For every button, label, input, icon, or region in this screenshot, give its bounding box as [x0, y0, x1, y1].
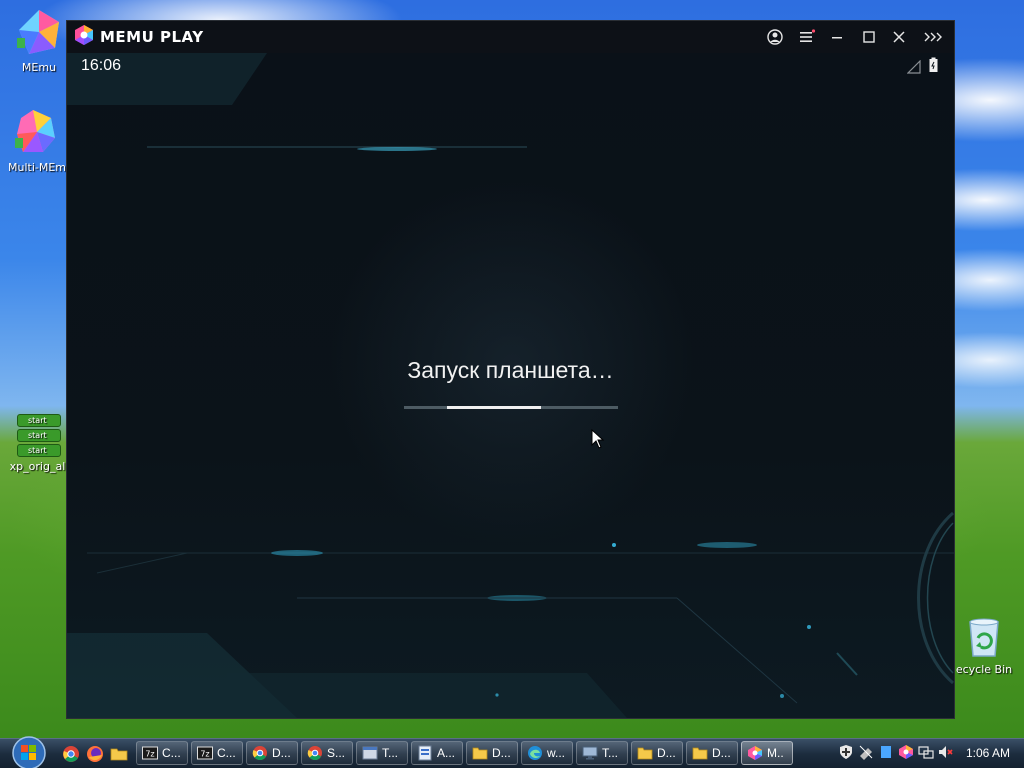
memu-window: MEMU PLAY 16:06 Запуск планшета… — [66, 20, 955, 719]
folder-icon[interactable] — [110, 745, 128, 763]
taskbar-button[interactable]: D... — [686, 741, 738, 765]
desktop-icon-multi-memu[interactable]: Multi-MEm — [0, 108, 74, 174]
boot-progress-fill — [446, 406, 541, 409]
folder-icon — [637, 745, 653, 761]
network-icon[interactable] — [858, 744, 874, 760]
desktop-icon-label: xp_orig_all — [9, 460, 69, 473]
taskbar-button[interactable]: A... — [411, 741, 463, 765]
chrome-icon[interactable] — [62, 745, 80, 763]
svg-text:7z: 7z — [145, 750, 154, 759]
desktop: MEmu Multi-MEm start start start xp_orig… — [0, 0, 1024, 738]
taskbar-button[interactable]: T... — [576, 741, 628, 765]
system-tray — [838, 744, 954, 760]
taskbar-button-label: T... — [602, 746, 619, 760]
shield-icon[interactable] — [838, 744, 854, 760]
taskbar: 7z C... 7z C... D... S... T... A... D... w... T...… — [0, 735, 1024, 768]
start-buttons-icon: start start start — [17, 414, 61, 457]
edge-icon — [527, 745, 543, 761]
background-decoration — [67, 53, 954, 718]
taskbar-button-label: D... — [272, 746, 291, 760]
taskbar-button[interactable]: D... — [246, 741, 298, 765]
status-time: 16:06 — [81, 57, 122, 74]
desktop-icon-label: Multi-MEm — [7, 161, 66, 174]
desktop-icon-label: ecycle Bin — [955, 663, 1013, 676]
monitor-icon — [582, 745, 598, 761]
boot-progress-bar — [404, 406, 618, 409]
taskbar-button[interactable]: M.. — [741, 741, 793, 765]
start-button[interactable] — [10, 735, 48, 768]
chrome-icon — [307, 745, 323, 761]
memu-logo-icon — [73, 24, 95, 50]
taskbar-button[interactable]: D... — [466, 741, 518, 765]
taskbar-button-label: S... — [327, 746, 346, 760]
volume-muted-icon[interactable] — [938, 744, 954, 760]
firefox-icon[interactable] — [86, 745, 104, 763]
multi-memu-icon — [0, 108, 74, 159]
taskbar-button[interactable]: 7z C... — [191, 741, 243, 765]
start-badge: start — [17, 444, 61, 457]
signal-icon — [906, 59, 921, 78]
folder-icon — [692, 745, 708, 761]
taskbar-button-label: D... — [712, 746, 731, 760]
taskbar-button-label: C... — [162, 746, 181, 760]
memu-titlebar[interactable]: MEMU PLAY — [67, 21, 954, 53]
mouse-cursor-icon — [591, 428, 605, 453]
start-badge: start — [17, 429, 61, 442]
color-icon[interactable] — [898, 744, 914, 760]
taskbar-button-label: D... — [492, 746, 511, 760]
app-icon — [417, 745, 433, 761]
taskbar-button[interactable]: S... — [301, 741, 353, 765]
taskbar-button[interactable]: 7z C... — [136, 741, 188, 765]
clock[interactable]: 1:06 AM — [966, 746, 1010, 760]
boot-status-text: Запуск планшета… — [407, 357, 614, 383]
window-icon — [362, 745, 378, 761]
memu-icon — [747, 745, 763, 761]
desktop-icon-memu[interactable]: MEmu — [2, 8, 76, 74]
taskbar-button[interactable]: w... — [521, 741, 573, 765]
taskbar-buttons: 7z C... 7z C... D... S... T... A... D... w... T...… — [136, 741, 793, 765]
taskbar-button-label: T... — [382, 746, 399, 760]
taskbar-button-label: C... — [217, 746, 236, 760]
taskbar-button[interactable]: D... — [631, 741, 683, 765]
memu-logo: MEMU PLAY — [73, 24, 204, 50]
menu-icon[interactable] — [795, 25, 819, 49]
recycle-bin-icon — [962, 614, 1006, 661]
android-screen[interactable]: 16:06 Запуск планшета… — [67, 53, 954, 718]
more-icon[interactable] — [921, 25, 945, 49]
start-badge: start — [17, 414, 61, 427]
quick-launch — [62, 745, 128, 763]
app-title: MEMU PLAY — [100, 28, 204, 46]
desktop-icon-xp-orig-all[interactable]: start start start xp_orig_all — [2, 414, 76, 473]
blue-icon[interactable] — [878, 744, 894, 760]
minimize-icon[interactable] — [825, 25, 849, 49]
chrome-icon — [252, 745, 268, 761]
taskbar-button-label: M.. — [767, 746, 784, 760]
taskbar-button-label: A... — [437, 746, 456, 760]
taskbar-button[interactable]: T... — [356, 741, 408, 765]
user-icon[interactable] — [763, 25, 787, 49]
network-icon[interactable] — [918, 744, 934, 760]
battery-icon — [929, 57, 938, 77]
taskbar-button-label: D... — [657, 746, 676, 760]
desktop-icon-recycle-bin[interactable]: ecycle Bin — [944, 614, 1024, 676]
folder-icon — [472, 745, 488, 761]
maximize-icon[interactable] — [857, 25, 881, 49]
7zip-icon: 7z — [197, 745, 213, 761]
close-icon[interactable] — [887, 25, 911, 49]
taskbar-button-label: w... — [547, 746, 566, 760]
7zip-icon: 7z — [142, 745, 158, 761]
svg-text:7z: 7z — [200, 750, 209, 759]
desktop-icon-label: MEmu — [21, 61, 57, 74]
memu-icon — [2, 8, 76, 59]
